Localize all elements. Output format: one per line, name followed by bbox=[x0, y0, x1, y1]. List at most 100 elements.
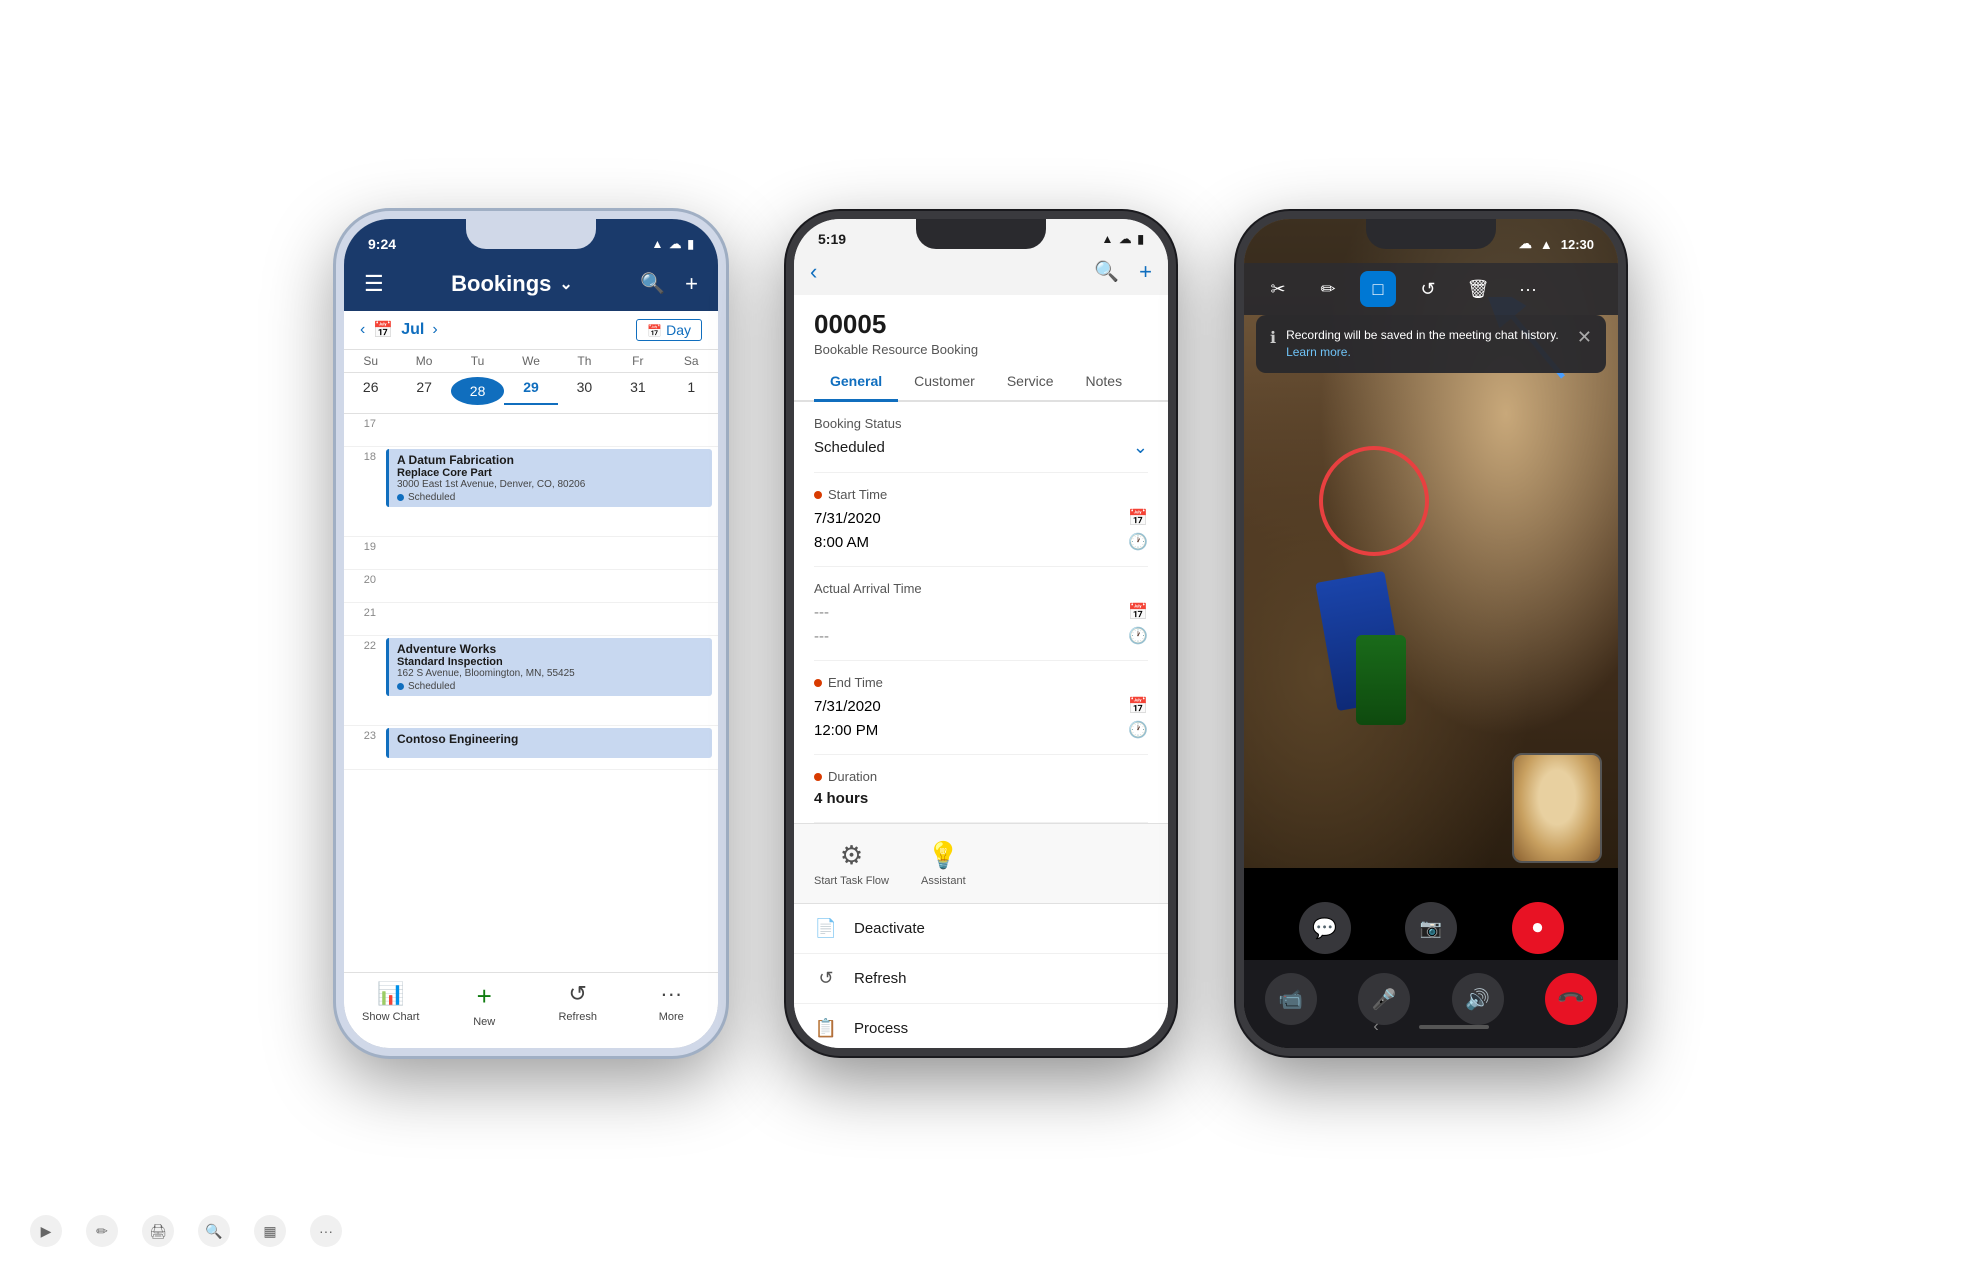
phone1-time: 9:24 bbox=[368, 236, 396, 252]
start-task-flow-button[interactable]: ⚙ Start Task Flow bbox=[814, 840, 889, 887]
wifi-icon: ☁ bbox=[669, 237, 681, 251]
show-chart-button[interactable]: 📊 Show Chart bbox=[344, 981, 438, 1028]
edit-icon[interactable]: ✏ bbox=[86, 1215, 118, 1247]
event-datum[interactable]: A Datum Fabrication Replace Core Part 30… bbox=[386, 449, 712, 507]
add-icon-2[interactable]: + bbox=[1139, 259, 1152, 285]
cal-month-label: Jul bbox=[401, 321, 424, 339]
phone1-header: ☰ Bookings ⌄ 🔍 + bbox=[344, 263, 718, 311]
phone-3-remote-assist: 00 ☁ ▲ 12:30 ✂ ✏ □ ↺ 🗑 ··· ℹ Rec bbox=[1236, 211, 1626, 1056]
delete-tool[interactable]: 🗑 bbox=[1460, 271, 1496, 307]
end-time-value: 7/31/2020 📅 12:00 PM 🕐 bbox=[814, 696, 1148, 740]
process-icon: 📋 bbox=[814, 1018, 838, 1039]
date-26[interactable]: 26 bbox=[344, 377, 397, 405]
refresh-button[interactable]: ↺ Refresh bbox=[531, 981, 625, 1028]
event-adventure[interactable]: Adventure Works Standard Inspection 162 … bbox=[386, 638, 712, 696]
drawing-toolbar: ✂ ✏ □ ↺ 🗑 ··· bbox=[1244, 263, 1618, 315]
cal-next-button[interactable]: › bbox=[432, 321, 437, 339]
booking-status-label: Booking Status bbox=[814, 416, 1148, 431]
date-27[interactable]: 27 bbox=[397, 377, 450, 405]
time-17: 17 bbox=[344, 414, 380, 446]
info-icon: ℹ bbox=[1270, 328, 1276, 348]
overflow-icon[interactable]: ··· bbox=[310, 1215, 342, 1247]
notification-close-button[interactable]: ✕ bbox=[1577, 327, 1592, 348]
required-indicator-2 bbox=[814, 679, 822, 687]
clock-icon-2[interactable]: 🕐 bbox=[1128, 626, 1148, 646]
action-icons-row: ⚙ Start Task Flow 💡 Assistant bbox=[814, 840, 1148, 887]
tab-service[interactable]: Service bbox=[991, 363, 1070, 402]
undo-tool[interactable]: ↺ bbox=[1410, 271, 1446, 307]
context-menu: 📄 Deactivate ↺ Refresh 📋 Process ⚙ Remot… bbox=[794, 903, 1168, 1048]
clock-icon-3[interactable]: 🕐 bbox=[1128, 720, 1148, 740]
wifi-icon-2: ☁ bbox=[1119, 232, 1131, 246]
events-23[interactable]: Contoso Engineering bbox=[380, 726, 718, 769]
scissors-tool[interactable]: ✂ bbox=[1260, 271, 1296, 307]
cal-prev-button[interactable]: ‹ bbox=[360, 321, 365, 339]
events-22[interactable]: Adventure Works Standard Inspection 162 … bbox=[380, 636, 718, 725]
back-button[interactable]: ‹ bbox=[810, 259, 817, 285]
phone3-nav-bar: ‹ bbox=[1244, 1018, 1618, 1036]
rectangle-tool[interactable]: □ bbox=[1360, 271, 1396, 307]
calendar-nav: ‹ 📅 Jul › 📅 Day bbox=[344, 311, 718, 350]
tab-general[interactable]: General bbox=[814, 363, 898, 402]
learn-more-link[interactable]: Learn more. bbox=[1286, 345, 1351, 359]
tab-notes[interactable]: Notes bbox=[1070, 363, 1139, 402]
chat-button[interactable]: 💬 bbox=[1299, 902, 1351, 954]
play-icon[interactable]: ▶ bbox=[30, 1215, 62, 1247]
time-row-20: 20 bbox=[344, 570, 718, 603]
events-17 bbox=[380, 414, 718, 446]
phone2-screen: 5:19 ▲ ☁ ▮ ‹ 🔍 + 00005 Bookable Resource… bbox=[794, 219, 1168, 1048]
record-button[interactable]: ⏺ bbox=[1512, 902, 1564, 954]
dropdown-chevron-icon[interactable]: ⌄ bbox=[1133, 437, 1148, 458]
phone-2-record: 5:19 ▲ ☁ ▮ ‹ 🔍 + 00005 Bookable Resource… bbox=[786, 211, 1176, 1056]
cal-day-view-button[interactable]: 📅 Day bbox=[636, 319, 702, 341]
more-tools-button[interactable]: ··· bbox=[1510, 271, 1546, 307]
clock-icon[interactable]: 🕐 bbox=[1128, 532, 1148, 552]
actual-arrival-value: --- 📅 --- 🕐 bbox=[814, 602, 1148, 646]
date-29-selected[interactable]: 29 bbox=[504, 377, 557, 405]
print-icon[interactable]: 🖨 bbox=[142, 1215, 174, 1247]
time-18: 18 bbox=[344, 447, 380, 536]
add-icon[interactable]: + bbox=[685, 271, 698, 297]
hamburger-icon[interactable]: ☰ bbox=[364, 271, 384, 297]
time-20: 20 bbox=[344, 570, 380, 602]
back-nav-icon[interactable]: ‹ bbox=[1373, 1018, 1378, 1036]
assistant-button[interactable]: 💡 Assistant bbox=[921, 840, 966, 887]
search-icon-2[interactable]: 🔍 bbox=[1094, 259, 1119, 285]
date-1[interactable]: 1 bbox=[665, 377, 718, 405]
event-adventure-title: Standard Inspection bbox=[397, 656, 704, 668]
date-31[interactable]: 31 bbox=[611, 377, 664, 405]
phone2-time: 5:19 bbox=[818, 231, 846, 247]
pen-tool[interactable]: ✏ bbox=[1310, 271, 1346, 307]
events-18[interactable]: A Datum Fabrication Replace Core Part 30… bbox=[380, 447, 718, 536]
status-dot-icon-2 bbox=[397, 683, 404, 690]
home-indicator bbox=[1419, 1025, 1489, 1029]
booking-status-field: Booking Status Scheduled ⌄ bbox=[814, 402, 1148, 473]
battery-icon: ▮ bbox=[687, 237, 694, 251]
grid-icon[interactable]: ▦ bbox=[254, 1215, 286, 1247]
calendar-icon-3[interactable]: 📅 bbox=[1128, 602, 1148, 622]
deactivate-menu-item[interactable]: 📄 Deactivate bbox=[794, 904, 1168, 954]
process-menu-item[interactable]: 📋 Process bbox=[794, 1004, 1168, 1048]
recording-notification: ℹ Recording will be saved in the meeting… bbox=[1256, 315, 1606, 373]
search-icon[interactable]: 🔍 bbox=[640, 271, 665, 297]
phone1-header-actions: 🔍 + bbox=[640, 271, 698, 297]
calendar-icon-4[interactable]: 📅 bbox=[1128, 696, 1148, 716]
more-label: More bbox=[659, 1011, 684, 1023]
more-button[interactable]: ··· More bbox=[625, 981, 719, 1028]
date-28-today[interactable]: 28 bbox=[451, 377, 504, 405]
zoom-icon[interactable]: 🔍 bbox=[198, 1215, 230, 1247]
new-button[interactable]: + New bbox=[438, 981, 532, 1028]
end-date-row: 7/31/2020 📅 bbox=[814, 696, 1148, 716]
refresh-menu-item[interactable]: ↺ Refresh bbox=[794, 954, 1168, 1004]
tab-customer[interactable]: Customer bbox=[898, 363, 991, 402]
time-row-22: 22 Adventure Works Standard Inspection 1… bbox=[344, 636, 718, 726]
phone1-title-area[interactable]: Bookings ⌄ bbox=[451, 271, 573, 297]
end-time-field: End Time 7/31/2020 📅 12:00 PM 🕐 bbox=[814, 661, 1148, 755]
end-time-val: 12:00 PM bbox=[814, 722, 878, 739]
event-contoso[interactable]: Contoso Engineering bbox=[386, 728, 712, 758]
date-30[interactable]: 30 bbox=[558, 377, 611, 405]
start-task-flow-label: Start Task Flow bbox=[814, 875, 889, 887]
calendar-icon-2[interactable]: 📅 bbox=[1128, 508, 1148, 528]
camera-switch-button[interactable]: 📷 bbox=[1405, 902, 1457, 954]
day-icon: 📅 bbox=[647, 324, 662, 338]
